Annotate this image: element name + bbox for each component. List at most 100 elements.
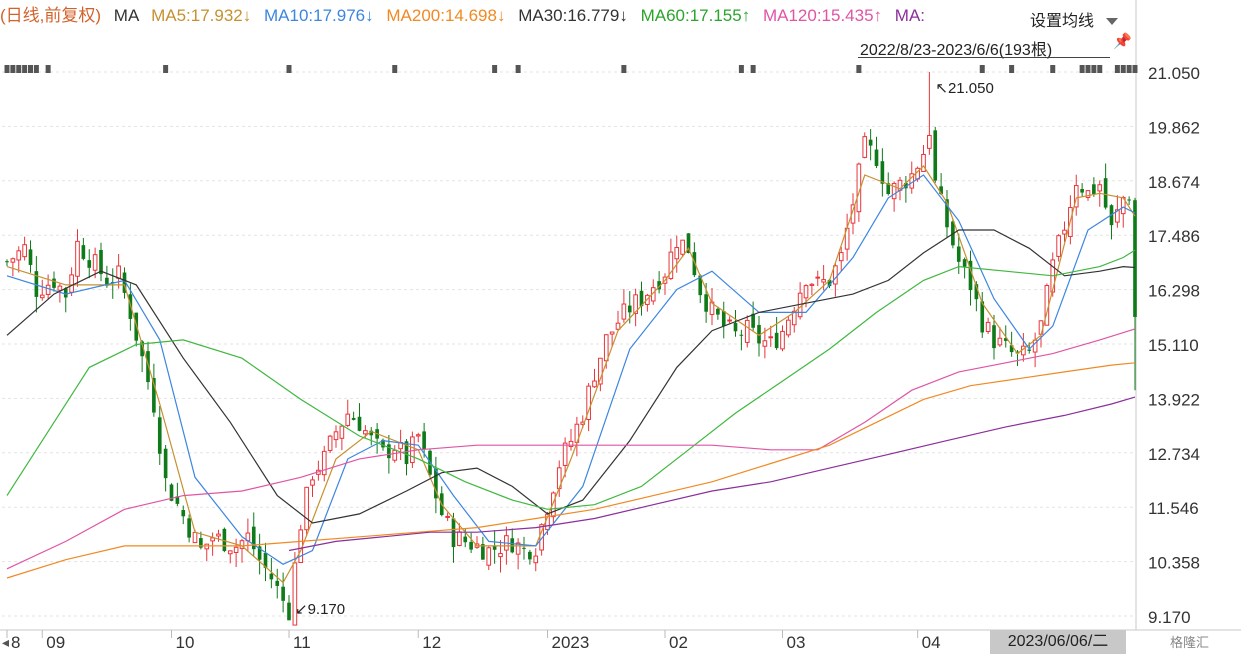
candle-body [1097,184,1103,192]
event-marker [492,65,498,73]
ma-legend: (日线,前复权) MA MA5:17.932↓ MA10:17.976↓ MA2… [0,4,925,28]
x-tick-label: 11 [293,633,311,652]
y-tick-label: 21.050 [1148,64,1200,83]
candle-body [281,586,285,601]
price-annotation: ↖21.050 [935,80,993,97]
candle-body [457,531,462,546]
kline-chart[interactable]: 21.050 19.862 18.674 17.486 16.298 15.110 13.9… [0,0,1241,657]
y-tick-label: 17.486 [1148,227,1200,246]
event-marker [979,65,985,73]
event-marker [1079,65,1085,73]
ma-line-ma250 [288,396,1136,552]
x-tick-label: 12 [422,633,441,652]
candle-body [1062,229,1067,235]
candle-body [603,334,609,362]
candle-body [733,322,738,332]
set-ma-label: 设置均线 [1030,13,1095,30]
event-marker [1091,65,1097,73]
candle-body [410,436,415,464]
candle-body [762,340,768,347]
event-marker [515,65,521,73]
candle-body [704,294,708,312]
event-marker [1132,65,1138,73]
candle-body [304,486,309,531]
candle-body [227,550,233,555]
ma-line-ma5 [6,164,1136,584]
candle-body [809,283,815,286]
event-marker [856,65,862,73]
candle-body [680,239,685,255]
event-marker [28,65,33,73]
x-tick-label: 09 [46,633,65,652]
x-tick-label: 8 [11,633,20,652]
candle-body [357,416,362,431]
candle-body [1103,178,1108,208]
event-marker [16,65,22,73]
event-marker [1085,65,1091,73]
candle-body [815,276,821,279]
event-marker [738,65,744,73]
event-marker [1120,65,1126,73]
candle-body [868,139,873,146]
candle-body [192,531,198,544]
candle-body [22,244,27,258]
y-tick-label: 15.110 [1148,336,1199,355]
candle-body [780,330,785,350]
event-marker [163,65,169,73]
candle-body [351,417,356,420]
ma-line-ma30 [6,229,1136,524]
pin-icon[interactable]: 📌 [1113,32,1132,50]
candle-body [498,553,503,558]
candle-body [962,259,967,267]
candle-body [463,536,468,543]
candle-body [45,284,51,295]
candle-body [445,515,450,518]
candle-body [1056,235,1061,257]
candle-body [528,551,532,560]
ma-line-ma200 [6,362,1136,579]
candle-body [997,337,1003,346]
candle-body [339,425,345,439]
candle-body [422,431,426,450]
event-marker [1009,65,1015,73]
candle-body [269,573,274,580]
scroll-left-icon: ◂ [2,635,9,651]
candle-body [956,246,961,262]
x-tick-label: 02 [669,633,688,652]
candle-body [321,450,327,476]
candle-body [621,303,627,320]
event-marker [1114,65,1120,73]
x-tick-label: 10 [176,633,195,652]
event-marker [392,65,398,73]
candle-body [345,413,351,426]
event-marker [10,65,16,73]
event-marker [621,65,627,73]
candle-body [163,448,168,479]
event-marker [750,65,756,73]
candle-body [181,510,186,517]
candle-body [81,245,86,259]
candle-body [69,274,74,293]
candle-body [522,547,526,549]
candle-body [92,254,98,271]
candle-body [803,285,809,299]
candle-body [333,431,339,441]
watermark-logo: 格隆汇 [1170,635,1210,650]
candle-body [786,319,791,336]
candle-body [216,533,221,537]
event-marker [286,65,292,73]
candle-body [727,319,732,322]
candle-body [862,136,868,158]
candle-body [874,149,879,166]
y-tick-label: 16.298 [1148,282,1200,301]
candle-body [880,161,885,184]
candle-body [1127,199,1131,201]
candle-body [716,308,720,315]
candle-body [5,261,9,263]
candle-body [980,301,985,333]
set-ma-button[interactable]: 设置均线 [1030,7,1119,31]
crosshair-date: 2023/06/06/二 [990,630,1126,654]
y-tick-label: 13.922 [1148,390,1200,409]
candle-body [39,294,45,299]
candle-body [744,319,750,343]
